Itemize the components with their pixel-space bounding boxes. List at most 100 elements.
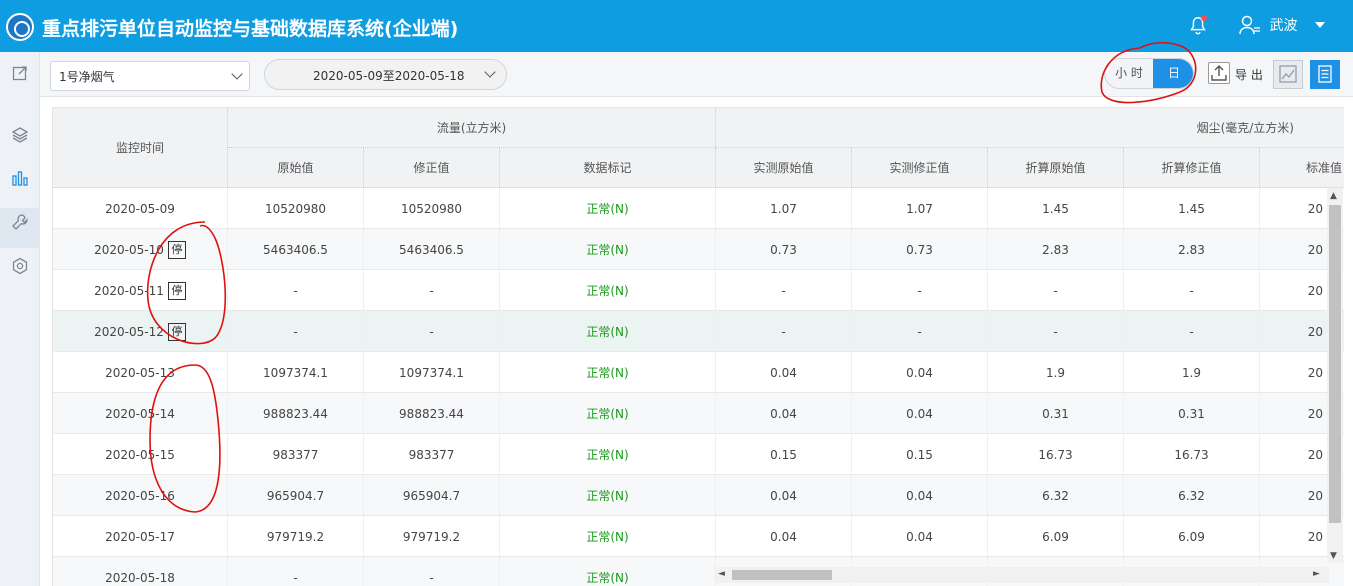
- cell-value: 0.31: [988, 393, 1124, 434]
- cell-value: 0.31: [1124, 393, 1260, 434]
- cell-value: 1.45: [1124, 188, 1260, 229]
- bar-chart-icon[interactable]: [7, 165, 33, 191]
- environment-logo-icon: [6, 13, 34, 41]
- header-col: 折算修正值: [1124, 148, 1260, 188]
- cell-value: -: [364, 557, 500, 586]
- header-col: 标准值: [1260, 148, 1344, 188]
- table-row[interactable]: 2020-05-15 983377 983377 正常(N) 0.15 0.15 16.73…: [53, 434, 1344, 475]
- wrench-icon[interactable]: [7, 209, 33, 235]
- time-text: 2020-05-10: [94, 242, 164, 257]
- cell-value: 0.04: [852, 475, 988, 516]
- table-row[interactable]: 2020-05-13 1097374.1 1097374.1 正常(N) 0.04 0.0…: [53, 352, 1344, 393]
- scroll-right-icon[interactable]: ►: [1313, 569, 1320, 579]
- chevron-down-icon: [231, 68, 243, 80]
- toggle-day-button[interactable]: 日: [1153, 59, 1193, 88]
- export-icon[interactable]: [1208, 62, 1230, 84]
- cell-value: 1097374.1: [364, 352, 500, 393]
- date-range-value: 2020-05-09至2020-05-18: [313, 69, 465, 83]
- cell-value: 0.04: [852, 393, 988, 434]
- cell-monitor-time: 2020-05-18: [53, 557, 228, 586]
- cell-value: 2.83: [1124, 229, 1260, 270]
- time-text: 2020-05-17: [105, 529, 175, 544]
- status-flag: 正常(N): [500, 516, 716, 557]
- sidebar: [0, 52, 40, 586]
- external-link-icon[interactable]: [7, 60, 33, 86]
- user-menu[interactable]: 武波: [1239, 15, 1297, 35]
- line-chart-icon: [1279, 65, 1297, 83]
- table-row[interactable]: 2020-05-16 965904.7 965904.7 正常(N) 0.04 0.04 6…: [53, 475, 1344, 516]
- date-range-picker[interactable]: 2020-05-09至2020-05-18: [264, 59, 507, 90]
- table-row[interactable]: 2020-05-17 979719.2 979719.2 正常(N) 0.04 0.04 6…: [53, 516, 1344, 557]
- header-monitor-time: 监控时间: [53, 108, 228, 188]
- scroll-up-icon[interactable]: ▲: [1330, 191, 1337, 201]
- user-name: 武波: [1269, 18, 1298, 34]
- header-col: 实测原始值: [716, 148, 852, 188]
- layers-icon[interactable]: [7, 122, 33, 148]
- cell-value: 0.73: [716, 229, 852, 270]
- scroll-left-icon[interactable]: ◄: [718, 569, 725, 579]
- cell-value: -: [716, 311, 852, 352]
- cell-value: 0.15: [852, 434, 988, 475]
- cell-value: -: [988, 311, 1124, 352]
- cell-value: 6.09: [988, 516, 1124, 557]
- table-view-button[interactable]: [1310, 60, 1340, 89]
- hexagon-settings-icon[interactable]: [7, 253, 33, 279]
- cell-value: 983377: [228, 434, 364, 475]
- cell-value: 16.73: [988, 434, 1124, 475]
- cell-value: 988823.44: [364, 393, 500, 434]
- table-row[interactable]: 2020-05-12 停 - - 正常(N) - - - -20: [53, 311, 1344, 352]
- table-row[interactable]: 2020-05-09 10520980 10520980 正常(N) 1.07 1.07 1…: [53, 188, 1344, 229]
- status-flag: 正常(N): [500, 270, 716, 311]
- cell-value: 1.9: [1124, 352, 1260, 393]
- time-text: 2020-05-16: [105, 488, 175, 503]
- table-row[interactable]: 2020-05-14 988823.44 988823.44 正常(N) 0.04 0.0…: [53, 393, 1344, 434]
- time-text: 2020-05-11: [94, 283, 164, 298]
- cell-value: 5463406.5: [228, 229, 364, 270]
- cell-monitor-time: 2020-05-13: [53, 352, 228, 393]
- vertical-scroll-thumb[interactable]: [1329, 205, 1341, 523]
- cell-monitor-time: 2020-05-14: [53, 393, 228, 434]
- header-col: 折算原始值: [988, 148, 1124, 188]
- cell-value: 10520980: [228, 188, 364, 229]
- cell-value: -: [988, 270, 1124, 311]
- outlet-select[interactable]: 1号净烟气: [50, 61, 250, 91]
- cell-value: 6.09: [1124, 516, 1260, 557]
- cell-value: 6.32: [988, 475, 1124, 516]
- cell-value: -: [228, 270, 364, 311]
- cell-monitor-time: 2020-05-11 停: [53, 270, 228, 311]
- cell-value: 0.73: [852, 229, 988, 270]
- stop-badge: 停: [167, 281, 186, 300]
- cell-value: 0.15: [716, 434, 852, 475]
- table-row[interactable]: 2020-05-11 停 - - 正常(N) - - - -20: [53, 270, 1344, 311]
- header-col: 原始值: [228, 148, 364, 188]
- cell-value: 2.83: [988, 229, 1124, 270]
- user-dropdown-caret-icon[interactable]: [1315, 22, 1325, 28]
- document-list-icon: [1318, 65, 1332, 83]
- cell-value: 5463406.5: [364, 229, 500, 270]
- time-text: 2020-05-13: [105, 365, 175, 380]
- outlet-select-value: 1号净烟气: [59, 70, 115, 84]
- scroll-down-icon[interactable]: ▼: [1330, 551, 1337, 561]
- export-button[interactable]: 导 出: [1235, 66, 1263, 83]
- time-text: 2020-05-18: [105, 570, 175, 585]
- chevron-down-icon: [484, 66, 496, 78]
- status-flag: 正常(N): [500, 311, 716, 352]
- chart-view-button[interactable]: [1273, 60, 1303, 89]
- status-flag: 正常(N): [500, 352, 716, 393]
- status-flag: 正常(N): [500, 434, 716, 475]
- cell-value: 0.04: [852, 516, 988, 557]
- cell-value: 0.04: [716, 352, 852, 393]
- header-flow-group: 流量(立方米): [228, 108, 716, 148]
- granularity-toggle: 小 时 日: [1104, 58, 1194, 89]
- time-text: 2020-05-09: [105, 201, 175, 216]
- app-title: 重点排污单位自动监控与基础数据库系统(企业端): [42, 18, 459, 40]
- status-flag: 正常(N): [500, 229, 716, 270]
- header-col: 数据标记: [500, 148, 716, 188]
- cell-value: -: [1124, 311, 1260, 352]
- table-row[interactable]: 2020-05-10 停 5463406.5 5463406.5 正常(N) 0.73 0.…: [53, 229, 1344, 270]
- cell-monitor-time: 2020-05-12 停: [53, 311, 228, 352]
- cell-value: -: [852, 311, 988, 352]
- horizontal-scroll-thumb[interactable]: [732, 570, 832, 580]
- cell-value: 965904.7: [228, 475, 364, 516]
- toggle-hour-button[interactable]: 小 时: [1105, 59, 1153, 88]
